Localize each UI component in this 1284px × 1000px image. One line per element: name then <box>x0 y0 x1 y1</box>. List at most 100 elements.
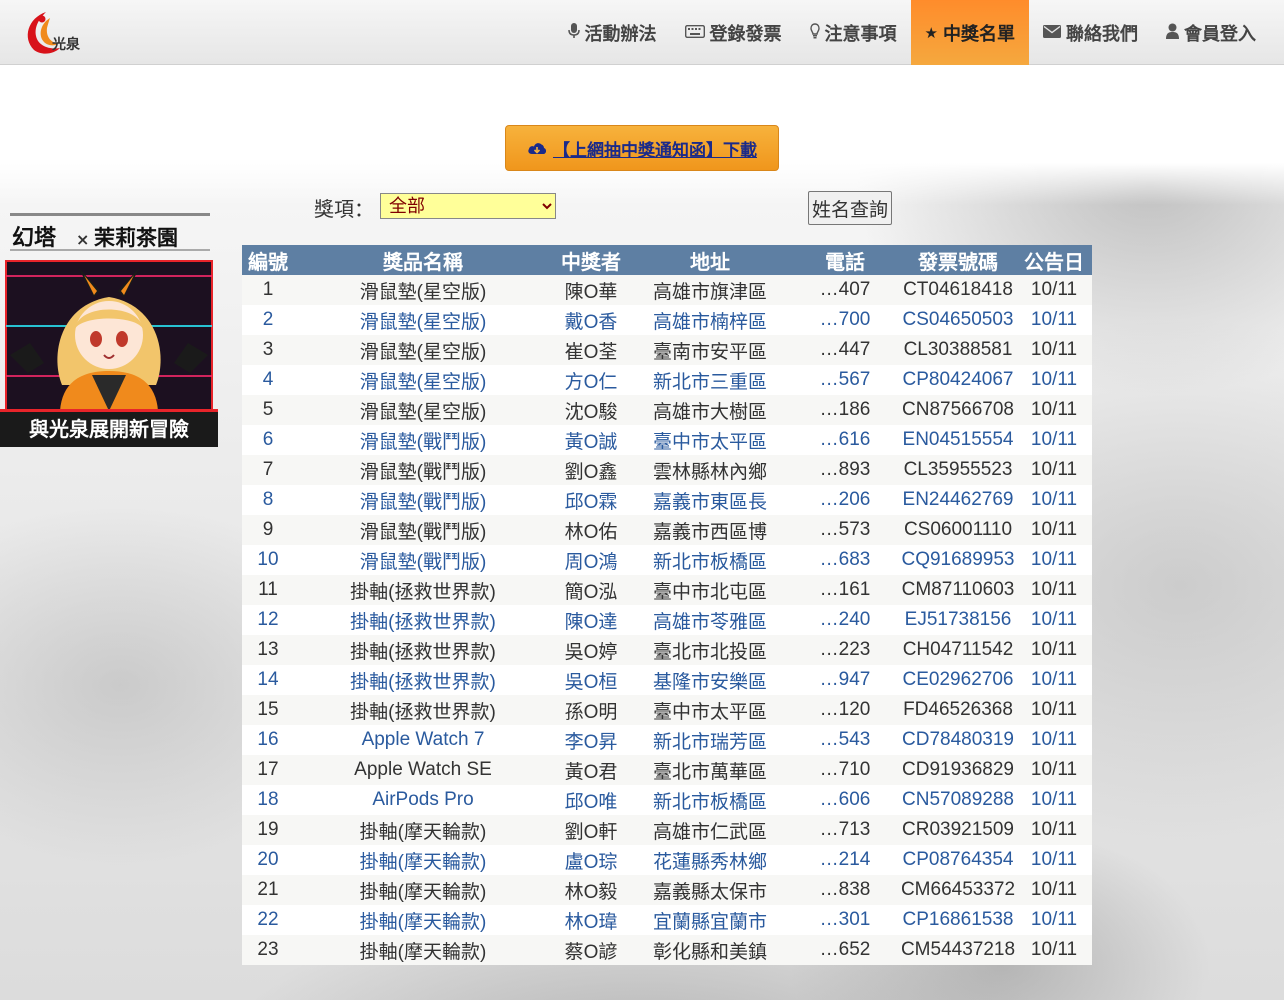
cell-address: 高雄市大樹區 <box>630 395 790 425</box>
table-row: 19 掛軸(摩天輪款) 劉O軒 高雄市仁武區 …713 CR03921509 10/11 <box>242 815 1092 845</box>
cell-prize: 掛軸(拯救世界款) <box>294 605 552 635</box>
cell-invoice: EJ51738156 <box>900 605 1016 635</box>
nav-notices[interactable]: 注意事項 <box>796 0 911 65</box>
download-notice-label: 【上網抽中獎通知函】下載 <box>553 140 757 161</box>
cell-winner: 簡O泓 <box>552 575 630 605</box>
cell-prize: 滑鼠墊(星空版) <box>294 305 552 335</box>
nav-activity-rules[interactable]: 活動辦法 <box>554 0 671 65</box>
cell-phone: …652 <box>790 935 900 965</box>
table-row: 10 滑鼠墊(戰鬥版) 周O鴻 新北市板橋區 …683 CQ91689953 10/11 <box>242 545 1092 575</box>
prize-filter-select[interactable]: 全部 <box>380 193 556 219</box>
cell-invoice: CE02962706 <box>900 665 1016 695</box>
cell-phone: …710 <box>790 755 900 785</box>
microphone-icon <box>567 22 580 43</box>
cell-invoice: CQ91689953 <box>900 545 1016 575</box>
nav-label: 登錄發票 <box>709 23 782 45</box>
cell-invoice: CM87110603 <box>900 575 1016 605</box>
cell-prize: 滑鼠墊(戰鬥版) <box>294 455 552 485</box>
cell-address: 臺中市太平區 <box>630 425 790 455</box>
nav-label: 聯絡我們 <box>1066 23 1138 45</box>
cell-date: 10/11 <box>1016 575 1092 605</box>
cell-number: 11 <box>242 575 294 605</box>
cell-phone: …567 <box>790 365 900 395</box>
cell-date: 10/11 <box>1016 485 1092 515</box>
cell-address: 臺中市北屯區 <box>630 575 790 605</box>
cell-prize: 掛軸(摩天輪款) <box>294 875 552 905</box>
nav-winners-list[interactable]: ★ 中獎名單 <box>910 0 1029 65</box>
keyboard-icon <box>684 24 705 42</box>
cell-date: 10/11 <box>1016 335 1092 365</box>
cell-winner: 孫O明 <box>552 695 630 725</box>
cell-prize: Apple Watch SE <box>294 755 552 785</box>
cell-winner: 陳O達 <box>552 605 630 635</box>
nav-label: 注意事項 <box>824 23 897 45</box>
cell-phone: …616 <box>790 425 900 455</box>
cell-number: 22 <box>242 905 294 935</box>
cell-prize: 掛軸(拯救世界款) <box>294 575 552 605</box>
col-header-phone: 電話 <box>790 245 900 275</box>
cell-winner: 周O鴻 <box>552 545 630 575</box>
main-nav: 活動辦法 登錄發票 注意事項 ★ 中獎名單 聯絡我們 會員登入 <box>554 0 1270 65</box>
cell-date: 10/11 <box>1016 305 1092 335</box>
cell-winner: 蔡O諺 <box>552 935 630 965</box>
cell-number: 4 <box>242 365 294 395</box>
cell-prize: 掛軸(拯救世界款) <box>294 695 552 725</box>
cell-winner: 劉O軒 <box>552 815 630 845</box>
cell-phone: …606 <box>790 785 900 815</box>
col-header-address: 地址 <box>630 245 790 275</box>
cell-invoice: CL30388581 <box>900 335 1016 365</box>
cell-invoice: CD78480319 <box>900 725 1016 755</box>
cell-invoice: CN87566708 <box>900 395 1016 425</box>
name-search-button[interactable]: 姓名查詢 <box>808 191 892 225</box>
cell-phone: …683 <box>790 545 900 575</box>
cell-prize: 掛軸(拯救世界款) <box>294 635 552 665</box>
cell-address: 高雄市楠梓區 <box>630 305 790 335</box>
table-row: 11 掛軸(拯救世界款) 簡O泓 臺中市北屯區 …161 CM87110603 10/11 <box>242 575 1092 605</box>
cell-prize: 滑鼠墊(星空版) <box>294 395 552 425</box>
cell-date: 10/11 <box>1016 425 1092 455</box>
cell-winner: 沈O駿 <box>552 395 630 425</box>
logo-text: 光泉 <box>52 37 80 53</box>
table-row: 4 滑鼠墊(星空版) 方O仁 新北市三重區 …567 CP80424067 10/11 <box>242 365 1092 395</box>
cell-date: 10/11 <box>1016 905 1092 935</box>
col-header-prize: 獎品名稱 <box>294 245 552 275</box>
cell-prize: 掛軸(拯救世界款) <box>294 665 552 695</box>
cell-number: 1 <box>242 275 294 305</box>
cell-invoice: EN24462769 <box>900 485 1016 515</box>
table-row: 15 掛軸(拯救世界款) 孫O明 臺中市太平區 …120 FD46526368 10/11 <box>242 695 1092 725</box>
cell-winner: 邱O唯 <box>552 785 630 815</box>
cell-prize: 滑鼠墊(戰鬥版) <box>294 485 552 515</box>
cell-date: 10/11 <box>1016 935 1092 965</box>
cell-invoice: EN04515554 <box>900 425 1016 455</box>
cell-number: 21 <box>242 875 294 905</box>
cell-winner: 崔O荃 <box>552 335 630 365</box>
promo-banner[interactable]: 幻塔 × 茉莉茶園 與光泉展開新冒險 <box>0 205 218 449</box>
cell-address: 臺中市太平區 <box>630 695 790 725</box>
table-row: 2 滑鼠墊(星空版) 戴O香 高雄市楠梓區 …700 CS04650503 10/11 <box>242 305 1092 335</box>
cell-winner: 吳O婷 <box>552 635 630 665</box>
table-row: 14 掛軸(拯救世界款) 吳O桓 基隆市安樂區 …947 CE02962706 10/11 <box>242 665 1092 695</box>
cell-date: 10/11 <box>1016 875 1092 905</box>
cell-address: 新北市板橋區 <box>630 785 790 815</box>
cell-phone: …447 <box>790 335 900 365</box>
nav-member-login[interactable]: 會員登入 <box>1152 0 1270 65</box>
cell-phone: …223 <box>790 635 900 665</box>
col-header-number: 編號 <box>242 245 294 275</box>
cell-date: 10/11 <box>1016 725 1092 755</box>
user-icon <box>1166 23 1179 43</box>
cell-address: 宜蘭縣宜蘭市 <box>630 905 790 935</box>
nav-contact-us[interactable]: 聯絡我們 <box>1029 0 1152 65</box>
cell-number: 9 <box>242 515 294 545</box>
download-notice-button[interactable]: 【上網抽中獎通知函】下載 <box>505 125 779 171</box>
cell-invoice: CD91936829 <box>900 755 1016 785</box>
table-row: 9 滑鼠墊(戰鬥版) 林O佑 嘉義市西區博 …573 CS06001110 10/11 <box>242 515 1092 545</box>
cell-number: 16 <box>242 725 294 755</box>
nav-register-invoice[interactable]: 登錄發票 <box>671 0 796 65</box>
cell-number: 12 <box>242 605 294 635</box>
cell-phone: …713 <box>790 815 900 845</box>
cell-address: 新北市瑞芳區 <box>630 725 790 755</box>
table-row: 13 掛軸(拯救世界款) 吳O婷 臺北市北投區 …223 CH04711542 10/11 <box>242 635 1092 665</box>
cell-winner: 林O毅 <box>552 875 630 905</box>
cell-prize: AirPods Pro <box>294 785 552 815</box>
cell-winner: 劉O鑫 <box>552 455 630 485</box>
